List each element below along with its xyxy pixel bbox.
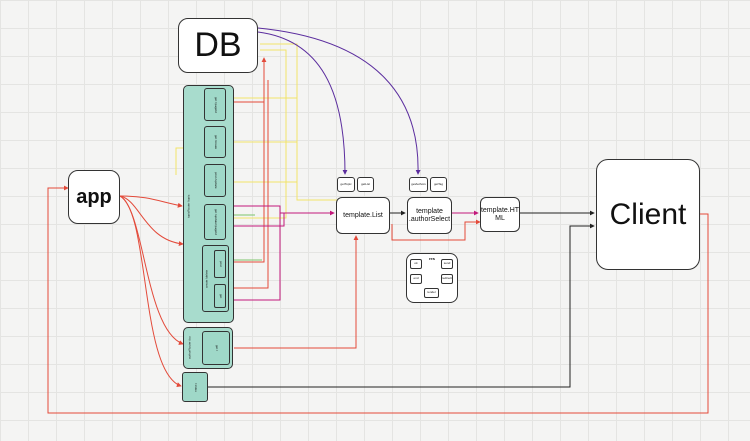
get-list-box: getList xyxy=(357,177,374,192)
client-label: Client xyxy=(609,197,687,231)
res-item: send xyxy=(441,259,453,269)
route-to-list-arrow xyxy=(232,205,335,216)
db-to-list-arrow xyxy=(257,31,348,175)
db-link-line xyxy=(296,182,340,201)
route-post-create[interactable]: post xyxy=(214,250,226,278)
create-delete-label: create /delete xyxy=(204,269,209,289)
res-item: render xyxy=(424,288,439,298)
client-node: Client xyxy=(596,159,700,270)
route-create[interactable]: get /create xyxy=(204,126,226,158)
author-router-label: authorRouter /au xyxy=(187,336,192,360)
topic-router-label: topicRouter /topic xyxy=(186,194,191,218)
template-authorselect-node: template .authorSelect xyxy=(407,197,452,234)
db-link-line xyxy=(232,49,287,219)
res-label: res xyxy=(428,256,435,261)
route-update-page[interactable]: get /update/:pageId xyxy=(204,204,226,240)
db-label: DB xyxy=(194,26,242,64)
template-list-node: template.List xyxy=(336,197,390,234)
get-authors-box: getAuthors xyxy=(409,177,428,192)
route-get-delete[interactable]: get xyxy=(214,284,226,308)
route-update[interactable]: post /update xyxy=(204,164,226,197)
home-to-client-arrow xyxy=(208,223,595,388)
route-author-get[interactable]: get / xyxy=(202,331,230,365)
route-home[interactable]: / index xyxy=(182,372,208,402)
route-topic-page[interactable]: get /:pageId xyxy=(204,88,226,121)
res-item: end xyxy=(410,274,422,284)
app-node: app xyxy=(68,170,120,224)
route-to-db-line xyxy=(232,80,269,289)
template-html-node: template.HT ML xyxy=(480,197,520,232)
app-label: app xyxy=(76,185,112,208)
app-to-home-arrow xyxy=(119,195,182,388)
author-route-to-list-arrow xyxy=(234,235,359,349)
db-node: DB xyxy=(178,18,258,73)
res-item: redirect xyxy=(441,274,453,284)
res-item: ok xyxy=(410,259,422,269)
app-to-route-arrow xyxy=(119,195,184,247)
get-topics-box: getTopic xyxy=(337,177,355,192)
get-tag-box: getTag xyxy=(430,177,447,192)
